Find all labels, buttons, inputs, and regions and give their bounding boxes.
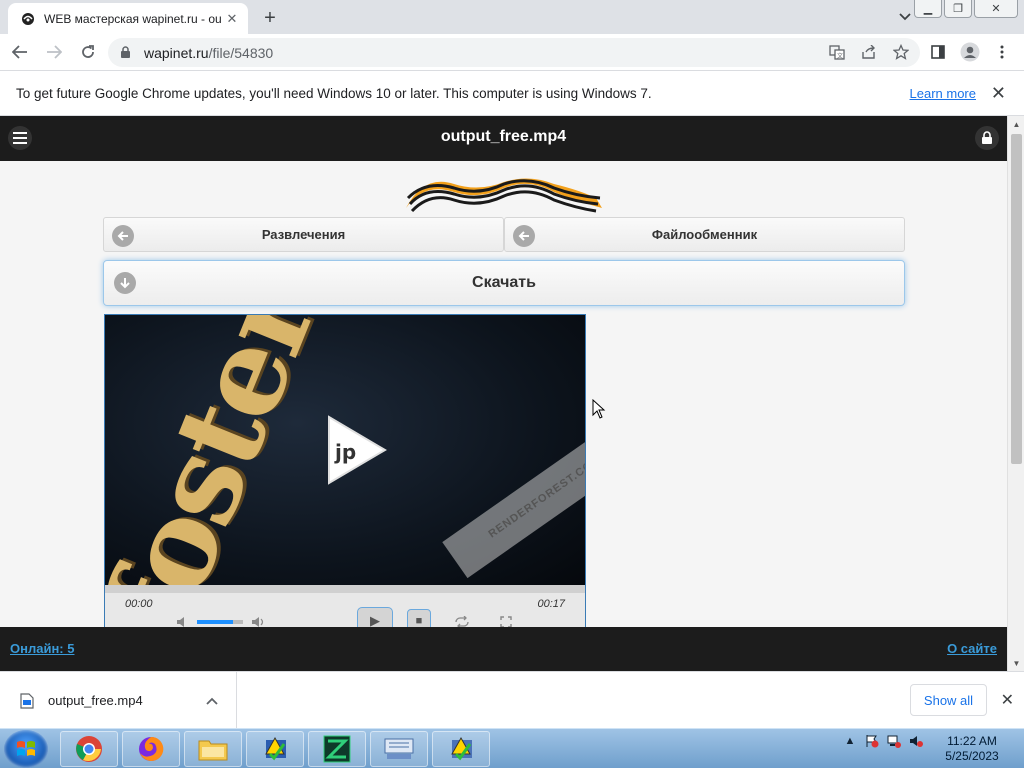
clock-date: 5/25/2023 [945,749,999,763]
duration: 00:17 [537,598,565,610]
infobar-message: To get future Google Chrome updates, you… [16,86,652,101]
translate-icon[interactable]: 文 [828,42,846,62]
app-warning-icon [265,736,286,761]
st-george-ribbon-logo [406,178,602,213]
app-green-icon [323,735,351,763]
taskbar-firefox[interactable] [122,731,180,767]
page-viewport: output_free.mp4 Развлечения Файлообменни… [0,116,1024,671]
keyboard-icon [384,738,414,759]
taskbar-explorer[interactable] [184,731,242,767]
download-button[interactable]: Скачать [103,260,905,306]
big-play-icon[interactable]: jp [327,415,387,485]
online-count-link[interactable]: Онлайн: 5 [10,641,74,656]
file-icon [20,692,34,709]
nav-button-label: Файлообменник [651,227,758,242]
update-infobar: To get future Google Chrome updates, you… [0,72,1024,116]
reload-button[interactable] [74,38,102,66]
show-all-button[interactable]: Show all [910,684,987,716]
volume-slider[interactable] [197,620,233,624]
side-panel-icon[interactable] [926,38,950,66]
chrome-icon [76,736,102,762]
arrow-left-icon [513,225,535,247]
browser-tab[interactable]: WEB мастерская wapinet.ru - ou ✕ [8,3,248,34]
url-path: /file/54830 [208,44,274,61]
svg-text:文: 文 [837,52,843,60]
nav-button-entertainment[interactable]: Развлечения [103,217,504,252]
download-filename: output_free.mp4 [48,693,143,708]
learn-more-link[interactable]: Learn more [910,86,976,101]
page-scrollbar[interactable]: ▲ ▼ [1007,116,1024,671]
start-button[interactable] [4,730,48,768]
video-watermark: RENDERFOREST.COM [442,415,585,579]
nav-button-file-exchange[interactable]: Файлообменник [504,217,905,252]
explorer-icon [198,740,228,761]
taskbar-clock[interactable]: 11:22 AM 5/25/2023 [935,734,1009,764]
profile-avatar-icon[interactable] [958,38,982,66]
site-footer: Онлайн: 5 О сайте [0,627,1007,671]
mouse-cursor-icon [592,399,606,419]
omnibox-actions: 文 [828,42,910,62]
taskbar-app-warning-2[interactable] [432,731,490,767]
download-item[interactable]: output_free.mp4 [0,672,237,729]
chevron-up-icon[interactable] [202,691,222,711]
tray-expand-icon[interactable]: ▲ [842,733,858,749]
windows-logo-icon [17,741,35,756]
clock-time: 11:22 AM [947,734,997,748]
back-button[interactable] [6,38,34,66]
login-lock-icon[interactable] [975,126,999,150]
page-title: output_free.mp4 [440,128,567,145]
infobar-close-icon[interactable]: ✕ [991,83,1006,104]
url-domain: wapinet.ru [144,44,209,61]
video-frame[interactable]: foster.D RENDERFOREST.COM jp [105,315,585,585]
category-nav: Развлечения Файлообменник [103,217,905,252]
bookmark-star-icon[interactable] [892,42,910,62]
system-tray: ▲ [842,733,924,749]
toolbar-right [926,38,1014,66]
lock-icon[interactable] [120,46,134,60]
download-label: Скачать [472,274,536,291]
current-time: 00:00 [125,598,153,610]
scroll-down-icon[interactable]: ▼ [1008,655,1024,671]
video-player: foster.D RENDERFOREST.COM jp 00:00 00:17… [104,314,586,634]
minimize-button[interactable]: ▁ [914,0,942,18]
windows-taskbar: ▲ 11:22 AM 5/25/2023 [0,728,1024,768]
firefox-icon [139,736,164,761]
tray-network-icon[interactable] [886,733,902,749]
site-header: output_free.mp4 [0,116,1007,161]
taskbar-app-warning[interactable] [246,731,304,767]
share-icon[interactable] [860,42,878,62]
app-warning-2-icon [451,736,472,761]
arrow-left-icon [112,225,134,247]
close-shelf-icon[interactable]: ✕ [1001,690,1014,710]
arrow-down-icon [114,272,136,294]
close-window-button[interactable]: ✕ [974,0,1018,18]
scroll-up-icon[interactable]: ▲ [1008,116,1024,132]
site-favicon-icon [20,11,36,27]
taskbar-app-green[interactable] [308,731,366,767]
tray-volume-muted-icon[interactable] [908,733,924,749]
menu-kebab-icon[interactable] [990,38,1014,66]
svg-text:jp: jp [334,440,356,464]
taskbar-chrome[interactable] [60,731,118,767]
download-shelf: output_free.mp4 Show all ✕ [0,671,1024,729]
tab-close-icon[interactable]: ✕ [224,11,240,27]
nav-button-label: Развлечения [261,227,346,242]
tray-flag-icon[interactable] [864,733,880,749]
window-controls: ▁ ❐ ✕ [914,0,1018,18]
restore-button[interactable]: ❐ [944,0,972,18]
new-tab-button[interactable]: + [258,6,282,30]
volume-track[interactable] [233,620,243,624]
scroll-thumb[interactable] [1011,134,1022,464]
url-text: wapinet.ru/file/54830 [144,45,273,61]
taskbar-keyboard[interactable] [370,731,428,767]
tab-strip: WEB мастерская wapinet.ru - ou ✕ + ▁ ❐ ✕ [0,0,1024,34]
forward-button[interactable] [40,38,68,66]
browser-toolbar: wapinet.ru/file/54830 文 [0,34,1024,71]
seek-bar[interactable] [105,585,585,593]
address-bar[interactable]: wapinet.ru/file/54830 文 [108,38,920,67]
about-link[interactable]: О сайте [947,641,997,656]
tab-title: WEB мастерская wapinet.ru - ou [44,11,222,26]
